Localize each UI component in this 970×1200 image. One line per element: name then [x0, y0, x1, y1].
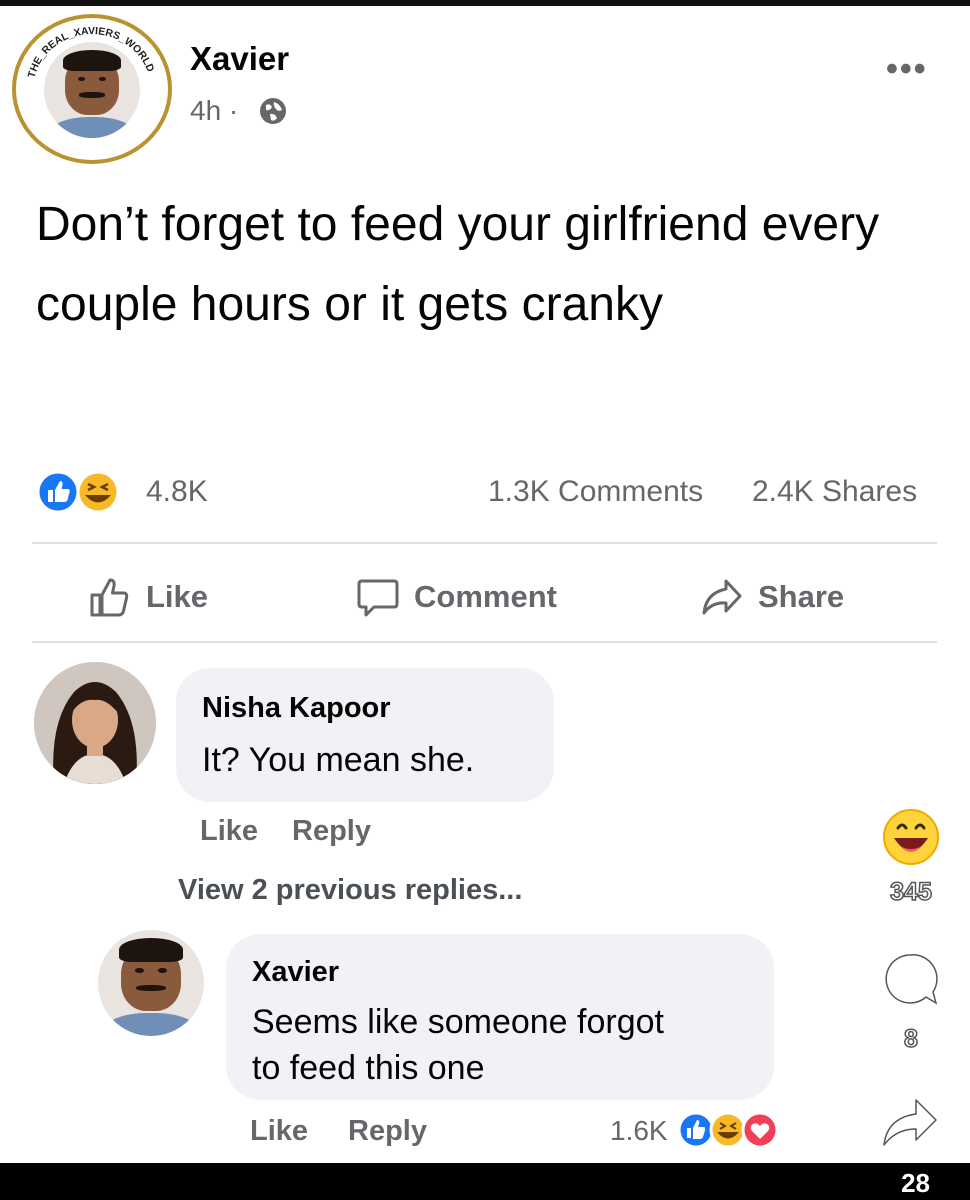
comment-like-link[interactable]: Like — [200, 815, 258, 848]
share-icon[interactable] — [880, 1096, 940, 1150]
divider — [32, 542, 937, 544]
comment-label: Comment — [414, 579, 557, 614]
comment-icon — [357, 579, 399, 617]
reply-reaction-count[interactable]: 1.6K — [610, 1115, 668, 1147]
reply-author[interactable]: Xavier — [252, 956, 339, 989]
bottom-bar — [0, 1163, 970, 1200]
globe-icon — [260, 98, 286, 124]
reply-bubble: Xavier Seems like someone forgot to feed… — [226, 934, 774, 1100]
side-comment-count: 8 — [903, 1024, 918, 1054]
laughing-emoji-icon[interactable] — [882, 808, 940, 866]
reply-author-avatar[interactable] — [98, 930, 204, 1036]
post-timestamp[interactable]: 4h · — [190, 95, 238, 127]
comment-text: It? You mean she. — [202, 741, 475, 779]
like-button[interactable]: Like — [88, 572, 208, 622]
more-options-icon[interactable]: ••• — [886, 50, 928, 89]
post-text: Don’t forget to feed your girlfriend eve… — [36, 198, 880, 331]
divider — [32, 641, 937, 643]
top-edge — [0, 0, 970, 6]
reply-text-line-2: to feed this one — [252, 1049, 485, 1087]
commenter-avatar[interactable] — [34, 662, 156, 784]
view-previous-replies-link[interactable]: View 2 previous replies... — [178, 874, 522, 907]
reactions-count[interactable]: 4.8K — [146, 475, 208, 509]
comment-bubble-icon[interactable] — [880, 950, 940, 1010]
comment-reply-link[interactable]: Reply — [292, 815, 371, 848]
reply-reply-link[interactable]: Reply — [348, 1115, 427, 1148]
reply-text-line-1: Seems like someone forgot — [252, 1003, 664, 1041]
share-button[interactable]: Share — [700, 572, 844, 622]
reply-like-link[interactable]: Like — [250, 1115, 308, 1148]
author-avatar[interactable]: THE_REAL_XAVIERS_WORLD — [12, 14, 172, 164]
like-label: Like — [146, 579, 209, 614]
comment-bubble: Nisha Kapoor It? You mean she. — [176, 668, 554, 802]
post-author-name[interactable]: Xavier — [190, 40, 289, 78]
comment-author[interactable]: Nisha Kapoor — [202, 692, 391, 725]
share-label: Share — [758, 579, 845, 614]
laugh-count: 345 — [889, 877, 932, 907]
page-number: 28 — [901, 1168, 930, 1198]
thumbs-up-icon — [90, 578, 129, 617]
comment-button[interactable]: Comment — [356, 572, 557, 622]
reaction-summary-icons[interactable] — [36, 470, 132, 514]
share-arrow-icon — [702, 579, 742, 615]
comments-count[interactable]: 1.3K Comments — [488, 475, 703, 509]
shares-count[interactable]: 2.4K Shares — [752, 475, 917, 509]
reply-reaction-icons[interactable] — [676, 1110, 780, 1150]
